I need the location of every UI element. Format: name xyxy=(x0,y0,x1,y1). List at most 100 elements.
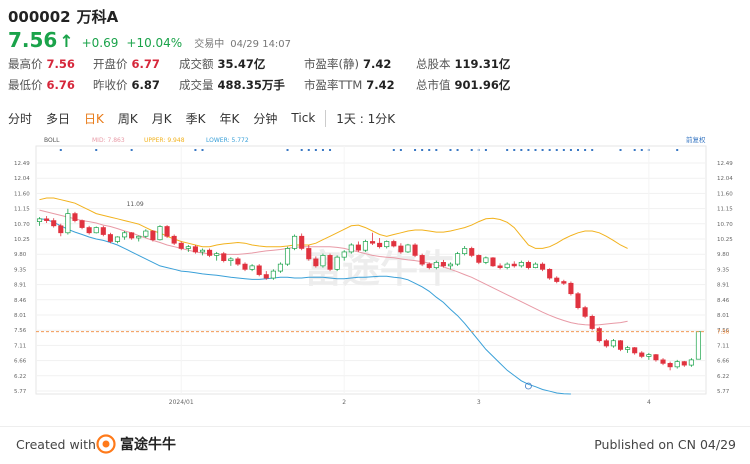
y-tick-left: 7.56 xyxy=(14,328,27,334)
stat-value: 35.47亿 xyxy=(217,57,266,71)
candle-body xyxy=(284,248,291,265)
candle-body xyxy=(58,225,64,234)
y-tick-left: 6.66 xyxy=(14,359,27,365)
candle-body xyxy=(398,245,404,253)
event-marker xyxy=(555,149,558,151)
y-tick-right: 7.11 xyxy=(717,343,729,349)
candle-body xyxy=(639,352,645,357)
candle-body xyxy=(306,248,312,260)
candle-body xyxy=(143,230,149,237)
candle-body xyxy=(355,244,361,251)
tab-tick[interactable]: Tick xyxy=(291,111,315,125)
created-with-label: Created with xyxy=(16,437,96,452)
candle-body xyxy=(540,263,546,270)
event-marker xyxy=(633,149,636,151)
stat-label: 开盘价 xyxy=(93,57,128,71)
stock-title: 000002 万科A xyxy=(8,6,748,28)
tab-quarterly-k[interactable]: 季K xyxy=(186,110,206,127)
tab-timeframe-select[interactable]: 1天 : 1分K xyxy=(325,109,395,127)
kline-chart-svg: BOLL MID: 7.863 UPPER: 9.948 LOWER: 5.772 前复… xyxy=(14,135,733,406)
stat-total-shares: 总股本 119.31亿 xyxy=(416,56,510,72)
price-row: 7.56 ↑ +0.69 +10.04% 交易中 04/29 14:07 xyxy=(8,28,748,54)
candle-body xyxy=(157,226,163,241)
event-marker xyxy=(640,149,643,151)
event-marker xyxy=(569,149,572,151)
stat-label: 市盈率(静) xyxy=(304,57,359,71)
candle-body xyxy=(589,315,595,329)
y-tick-right: 6.66 xyxy=(717,359,730,365)
candle-body xyxy=(256,265,262,275)
y-tick-right: 5.77 xyxy=(717,389,730,395)
y-tick-left: 11.60 xyxy=(14,191,30,197)
y-tick-right: 6.22 xyxy=(717,374,729,380)
candle-body xyxy=(114,236,121,242)
candle-body xyxy=(433,262,439,268)
candle-body xyxy=(299,235,305,249)
tab-monthly-k[interactable]: 月K xyxy=(152,110,172,127)
price-change: +0.69 xyxy=(81,36,119,50)
candle-body xyxy=(65,213,71,234)
mid-value: MID: 7.863 xyxy=(92,137,125,144)
candle-body xyxy=(525,262,531,268)
stat-value: 6.87 xyxy=(131,78,160,92)
candle-body xyxy=(688,359,694,366)
tab-daily-k[interactable]: 日K xyxy=(84,110,104,127)
candle-body xyxy=(490,257,496,267)
stat-market-cap: 总市值 901.96亿 xyxy=(416,77,510,93)
candle-body xyxy=(362,241,369,251)
candle-body xyxy=(646,354,652,357)
event-marker xyxy=(676,149,679,151)
candle-body xyxy=(100,227,106,235)
candle-body xyxy=(292,235,298,249)
candle-body xyxy=(136,235,142,239)
stat-label: 总市值 xyxy=(416,78,451,92)
tab-multi-day[interactable]: 多日 xyxy=(46,110,70,127)
tab-intraday[interactable]: 分时 xyxy=(8,110,32,127)
candle-body xyxy=(79,220,85,228)
candle-body xyxy=(86,227,92,234)
up-arrow-icon: ↑ xyxy=(59,32,74,52)
candle-body xyxy=(249,265,255,270)
tab-weekly-k[interactable]: 周K xyxy=(118,110,138,127)
brand-logo: 富途牛牛 xyxy=(96,434,176,454)
event-marker xyxy=(307,149,310,151)
candle-body xyxy=(341,251,347,258)
event-marker xyxy=(470,149,473,151)
upper-value: UPPER: 9.948 xyxy=(144,137,185,144)
candle-body xyxy=(568,282,574,295)
y-tick-left: 12.49 xyxy=(14,161,30,167)
candle-body xyxy=(625,347,631,350)
tab-yearly-k[interactable]: 年K xyxy=(220,110,240,127)
candle-body xyxy=(384,241,390,248)
stat-label: 成交额 xyxy=(179,57,214,71)
stat-label: 总股本 xyxy=(416,57,451,71)
stat-volume: 成交量 488.35万手 xyxy=(179,77,285,93)
event-marker xyxy=(527,149,530,151)
event-marker xyxy=(130,149,133,151)
event-marker xyxy=(300,149,303,151)
event-marker xyxy=(321,149,324,151)
stat-turnover: 成交额 35.47亿 xyxy=(179,56,265,72)
stat-value: 6.76 xyxy=(46,78,75,92)
candle-body xyxy=(469,248,475,256)
status-datetime: 04/29 14:07 xyxy=(230,39,292,50)
event-marker xyxy=(520,149,523,151)
candle-body xyxy=(327,255,333,270)
stock-code: 000002 xyxy=(8,8,71,26)
stock-name: 万科A xyxy=(76,8,119,26)
event-marker xyxy=(534,149,537,151)
y-tick-right: 9.80 xyxy=(717,252,730,258)
y-tick-right: 11.15 xyxy=(717,207,733,213)
candle-body xyxy=(72,213,78,221)
candle-body xyxy=(207,249,213,256)
tab-minute[interactable]: 分钟 xyxy=(253,110,277,127)
kline-chart[interactable]: BOLL MID: 7.863 UPPER: 9.948 LOWER: 5.772 前复… xyxy=(0,132,750,422)
candle-body xyxy=(582,307,588,317)
event-marker xyxy=(59,149,62,151)
candle-body xyxy=(596,328,602,342)
adjust-label: 前复权 xyxy=(686,135,706,144)
stat-value: 7.42 xyxy=(366,78,395,92)
candle-body xyxy=(476,255,482,263)
event-marker xyxy=(506,149,509,151)
y-tick-left: 5.77 xyxy=(14,389,27,395)
